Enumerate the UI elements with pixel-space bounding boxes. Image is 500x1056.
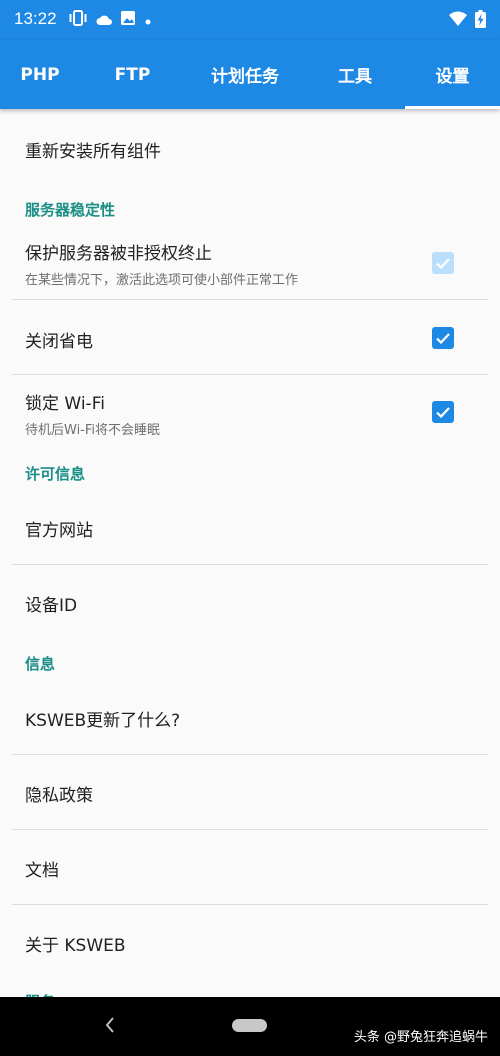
system-nav-bar: 头条 @野兔狂奔追蜗牛 <box>0 997 500 1056</box>
section-header-server-stability: 服务器稳定性 <box>25 201 116 219</box>
privacy-policy-item[interactable]: 隐私政策 <box>25 781 475 806</box>
whats-new-item[interactable]: KSWEB更新了什么? <box>25 706 475 731</box>
image-icon <box>120 10 136 30</box>
about-ksweb-label: 关于 KSWEB <box>25 936 126 956</box>
status-bar: 13:22 <box>0 0 500 40</box>
vibrate-icon <box>68 10 88 30</box>
tab-ftp[interactable]: FTP <box>80 40 185 109</box>
tab-settings[interactable]: 设置 <box>405 40 500 109</box>
tab-tools[interactable]: 工具 <box>305 40 405 109</box>
tab-php[interactable]: PHP <box>0 40 80 109</box>
divider <box>12 904 488 905</box>
wifi-icon <box>449 11 467 31</box>
disable-power-saving-title: 关闭省电 <box>25 332 93 352</box>
check-icon <box>436 407 450 419</box>
notification-dot-icon <box>144 11 152 30</box>
check-icon <box>436 333 450 345</box>
check-icon <box>436 258 450 270</box>
divider <box>12 299 488 300</box>
about-ksweb-item[interactable]: 关于 KSWEB <box>25 931 475 956</box>
wifi-lock-checkbox[interactable] <box>432 401 454 423</box>
reinstall-components-label: 重新安装所有组件 <box>25 142 161 162</box>
documentation-item[interactable]: 文档 <box>25 856 475 881</box>
divider <box>12 829 488 830</box>
protect-server-item[interactable]: 保护服务器被非授权终止 在某些情况下，激活此选项可使小部件正常工作 <box>25 239 475 288</box>
device-id-label: 设备ID <box>25 596 78 616</box>
disable-power-saving-checkbox[interactable] <box>432 327 454 349</box>
battery-charging-icon <box>475 10 486 32</box>
disable-power-saving-item[interactable]: 关闭省电 <box>25 327 475 352</box>
official-website-item[interactable]: 官方网站 <box>25 516 475 541</box>
section-header-info: 信息 <box>25 655 56 673</box>
wifi-lock-item[interactable]: 锁定 Wi-Fi 待机后Wi-Fi将不会睡眠 <box>25 389 475 438</box>
protect-server-title: 保护服务器被非授权终止 <box>25 244 212 264</box>
divider <box>12 754 488 755</box>
tab-bar: PHP FTP 计划任务 工具 设置 <box>0 40 500 109</box>
tab-scheduled-tasks[interactable]: 计划任务 <box>185 40 305 109</box>
cloud-icon <box>96 11 112 30</box>
settings-list: 重新安装所有组件 服务器稳定性 保护服务器被非授权终止 在某些情况下，激活此选项… <box>0 109 500 997</box>
official-website-label: 官方网站 <box>25 521 93 541</box>
home-pill-button[interactable] <box>232 1019 267 1032</box>
divider <box>12 374 488 375</box>
back-icon[interactable] <box>103 1015 117 1039</box>
wifi-lock-subtitle: 待机后Wi-Fi将不会睡眠 <box>25 423 161 438</box>
privacy-policy-label: 隐私政策 <box>25 786 93 806</box>
protect-server-checkbox[interactable] <box>432 252 454 274</box>
watermark-text: 头条 @野兔狂奔追蜗牛 <box>353 1030 488 1045</box>
device-id-item[interactable]: 设备ID <box>25 591 475 616</box>
section-header-license: 许可信息 <box>25 465 86 483</box>
status-time: 13:22 <box>14 9 57 28</box>
documentation-label: 文档 <box>25 861 59 881</box>
divider <box>12 564 488 565</box>
wifi-lock-title: 锁定 Wi-Fi <box>25 394 105 414</box>
reinstall-components-item[interactable]: 重新安装所有组件 <box>25 137 475 162</box>
whats-new-label: KSWEB更新了什么? <box>25 711 181 731</box>
protect-server-subtitle: 在某些情况下，激活此选项可使小部件正常工作 <box>25 273 299 288</box>
